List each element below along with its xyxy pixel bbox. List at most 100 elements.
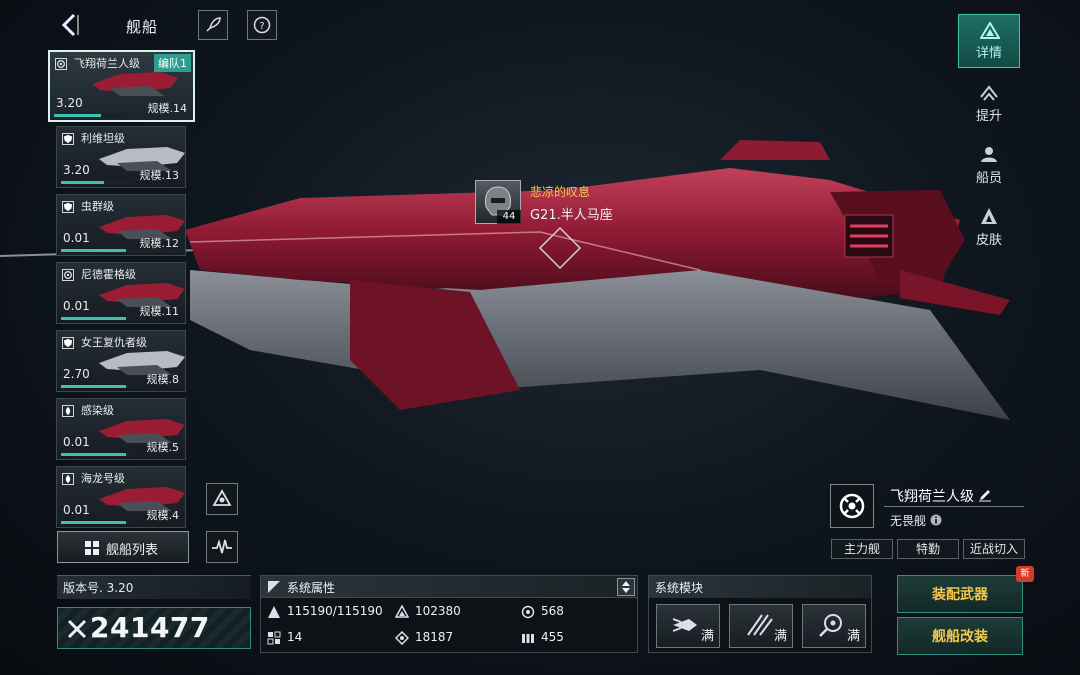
stats-header: 系统属性 <box>261 576 637 598</box>
core-icon <box>395 631 409 645</box>
cargo-bars-icon <box>522 634 534 643</box>
waveform-icon <box>212 538 232 554</box>
crosshair-icon <box>62 269 74 281</box>
equip-weapons-button[interactable]: 装配武器 <box>897 575 1023 613</box>
stats-title: 系统属性 <box>287 581 336 595</box>
module-slot-1[interactable]: 满 <box>656 604 720 648</box>
ship-card-version: 0.01 <box>63 503 90 517</box>
role-tag-capital: 主力舰 <box>831 539 893 559</box>
edit-pencil-icon[interactable] <box>978 488 992 502</box>
crew-icon <box>981 147 997 162</box>
question-icon: ? <box>253 16 271 34</box>
pilot-unit: G21.半人马座 <box>530 208 613 223</box>
ship-card-progress <box>61 521 133 524</box>
module-slot-2[interactable]: 满 <box>729 604 793 648</box>
targeting-icon <box>521 605 535 619</box>
module-slot-2-status: 满 <box>773 629 787 644</box>
ship-card[interactable]: 飞翔荷兰人级 编队1 3.20 规模.14 <box>48 50 195 122</box>
shield-icon <box>62 201 74 213</box>
ship-card-version: 3.20 <box>63 163 90 177</box>
tab-upgrade-label: 提升 <box>975 109 1002 124</box>
ship-class-text: 无畏舰 <box>890 514 927 528</box>
role-tag-special: 特勤 <box>897 539 959 559</box>
corner-icon <box>268 581 280 593</box>
cannon-icon <box>747 614 773 636</box>
ship-card-progress-fill <box>61 181 105 184</box>
skin-icon <box>981 208 997 224</box>
flame-icon <box>62 473 74 485</box>
ship-card[interactable]: 虫群级 0.01 规模.12 <box>56 194 186 256</box>
back-button[interactable] <box>58 12 82 38</box>
divider <box>884 506 1024 507</box>
ship-card[interactable]: 海龙号级 0.01 规模.4 <box>56 466 186 528</box>
stat-cargo-value: 455 <box>541 630 564 644</box>
ship-card-scale: 规模.4 <box>146 509 180 522</box>
stat-hp-value: 115190/115190 <box>287 604 383 618</box>
modules-header: 系统模块 <box>649 576 871 598</box>
ship-card-progress <box>61 317 133 320</box>
ship-card-progress <box>61 181 133 184</box>
stat-shield-value: 14 <box>287 630 303 644</box>
grid-icon <box>85 541 99 555</box>
ship-card-version: 0.01 <box>63 299 90 313</box>
upgrade-icon <box>980 85 998 101</box>
hull-icon <box>268 606 280 618</box>
signal-button[interactable] <box>206 531 238 563</box>
refit-label: 舰船改装 <box>932 629 988 645</box>
ship-card-name: 女王复仇者级 <box>81 336 147 349</box>
fleet-badge: 编队1 <box>154 54 191 72</box>
shield-icon <box>62 133 74 145</box>
ship-card-progress-fill <box>61 521 126 524</box>
ship-card[interactable]: 利维坦级 3.20 规模.13 <box>56 126 186 188</box>
ship-card-version: 2.70 <box>63 367 90 381</box>
ship-card-name: 感染级 <box>81 404 114 417</box>
tab-skin[interactable]: 皮肤 <box>958 200 1020 254</box>
flame-icon <box>62 405 74 417</box>
scanner-icon <box>819 614 842 637</box>
tab-crew[interactable]: 船员 <box>958 138 1020 192</box>
ship-card-progress-fill <box>61 385 126 388</box>
tab-details[interactable]: 详情 <box>958 14 1020 68</box>
checker-icon <box>267 631 281 645</box>
system-modules-panel: 系统模块 满 满 满 <box>648 575 872 653</box>
equip-weapons-label: 装配武器 <box>932 587 988 603</box>
ship-card[interactable]: 女王复仇者级 2.70 规模.8 <box>56 330 186 392</box>
pilot-level: 44 <box>497 210 521 224</box>
ship-card[interactable]: 尼德霍格级 0.01 规模.11 <box>56 262 186 324</box>
combat-power-value: 241477 <box>90 611 210 644</box>
svg-text:?: ? <box>259 21 264 32</box>
ship-name[interactable]: 飞翔荷兰人级 <box>890 486 992 506</box>
ship-list-button[interactable]: 舰船列表 <box>57 531 189 563</box>
ship-card-progress <box>61 249 133 252</box>
ship-card-name: 飞翔荷兰人级 <box>74 57 140 70</box>
role-tag-melee: 近战切入 <box>963 539 1025 559</box>
ship-list-button-label: 舰船列表 <box>106 543 159 558</box>
ship-card-progress-fill <box>61 249 126 252</box>
ship-name-text: 飞翔荷兰人级 <box>890 489 974 505</box>
ship-card-name: 利维坦级 <box>81 132 125 145</box>
ship-card[interactable]: 感染级 0.01 规模.5 <box>56 398 186 460</box>
page-title: 舰船 <box>126 18 159 36</box>
fleet-formation-button[interactable] <box>206 483 238 515</box>
ship-card-scale: 规模.5 <box>146 441 180 454</box>
ship-card-progress-fill <box>61 317 126 320</box>
module-slot-3[interactable]: 满 <box>802 604 866 648</box>
module-slot-3-status: 满 <box>846 629 860 644</box>
ship-card-version: 3.20 <box>56 96 83 110</box>
ship-card-name: 海龙号级 <box>81 472 125 485</box>
refit-button[interactable]: 舰船改装 <box>897 617 1023 655</box>
ship-detail-icon <box>980 22 1000 39</box>
ship-card-scale: 规模.13 <box>139 169 180 182</box>
tab-upgrade[interactable]: 提升 <box>958 76 1020 130</box>
shield-icon <box>62 337 74 349</box>
info-icon[interactable] <box>930 514 942 526</box>
ship-class[interactable]: 无畏舰 <box>890 512 942 529</box>
crosshair-icon <box>839 493 865 519</box>
help-button[interactable]: ? <box>247 10 277 40</box>
armor-icon <box>395 605 409 618</box>
ship-card-version: 0.01 <box>63 435 90 449</box>
new-badge: 新 <box>1016 566 1034 582</box>
expand-toggle-icon[interactable] <box>617 578 635 596</box>
system-attributes-panel: 系统属性 115190/115190 102380 568 14 18187 4… <box>260 575 638 653</box>
rocket-button[interactable] <box>198 10 228 40</box>
